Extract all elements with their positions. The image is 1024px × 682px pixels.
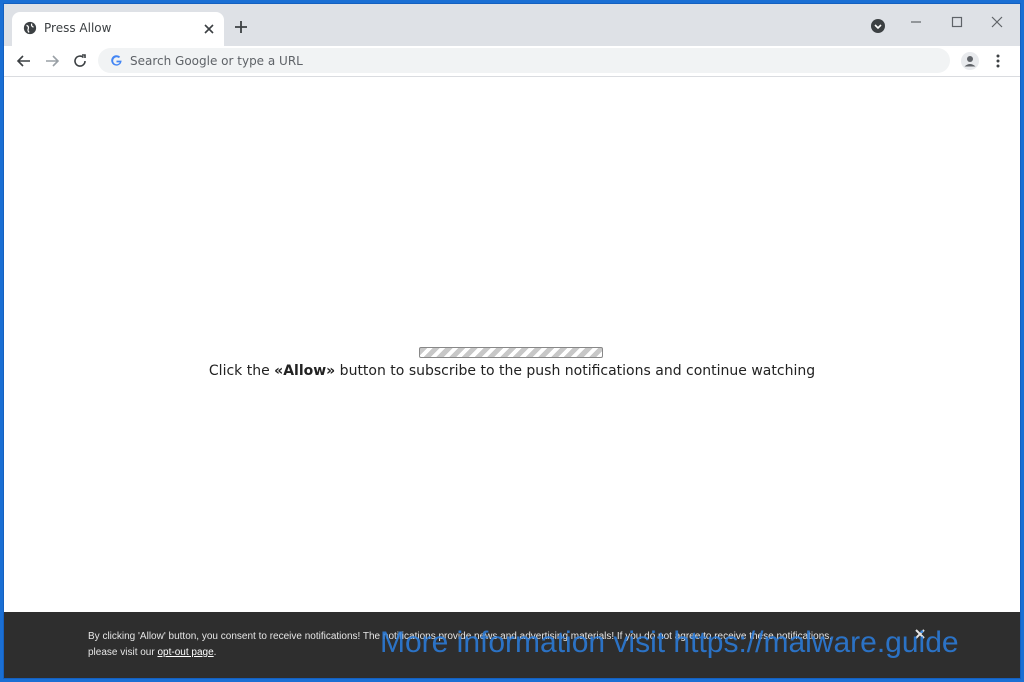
omnibox[interactable] xyxy=(98,48,950,73)
tab-strip: Press Allow xyxy=(4,4,1020,46)
forward-arrow-icon[interactable] xyxy=(44,53,60,69)
browser-toolbar xyxy=(4,46,1020,77)
download-indicator-icon[interactable] xyxy=(870,18,886,34)
tab-press-allow[interactable]: Press Allow xyxy=(12,12,224,46)
back-arrow-icon[interactable] xyxy=(16,53,32,69)
progress-fill xyxy=(420,348,602,357)
minimize-icon[interactable] xyxy=(908,14,924,30)
plus-icon[interactable] xyxy=(232,18,250,36)
address-input[interactable] xyxy=(130,50,930,71)
allow-emphasis: «Allow» xyxy=(274,363,336,379)
tab-title: Press Allow xyxy=(44,21,112,35)
kebab-menu-icon[interactable] xyxy=(990,53,1006,69)
allow-instruction-message: Click the «Allow» button to subscribe to… xyxy=(208,363,816,379)
globe-icon xyxy=(23,21,37,35)
page-content: Click the «Allow» button to subscribe to… xyxy=(4,77,1020,613)
maximize-icon[interactable] xyxy=(949,14,965,30)
close-window-icon[interactable] xyxy=(989,14,1005,30)
reload-icon[interactable] xyxy=(72,53,88,69)
watermark-text: More information visit https://malware.g… xyxy=(380,626,959,659)
google-g-icon xyxy=(111,55,122,66)
close-icon[interactable] xyxy=(202,22,216,36)
loading-progress-bar xyxy=(419,347,603,358)
browser-window: Press Allow Search Google or type a URL … xyxy=(4,4,1020,678)
opt-out-link[interactable]: opt-out page xyxy=(157,647,213,658)
account-icon[interactable] xyxy=(961,52,979,70)
